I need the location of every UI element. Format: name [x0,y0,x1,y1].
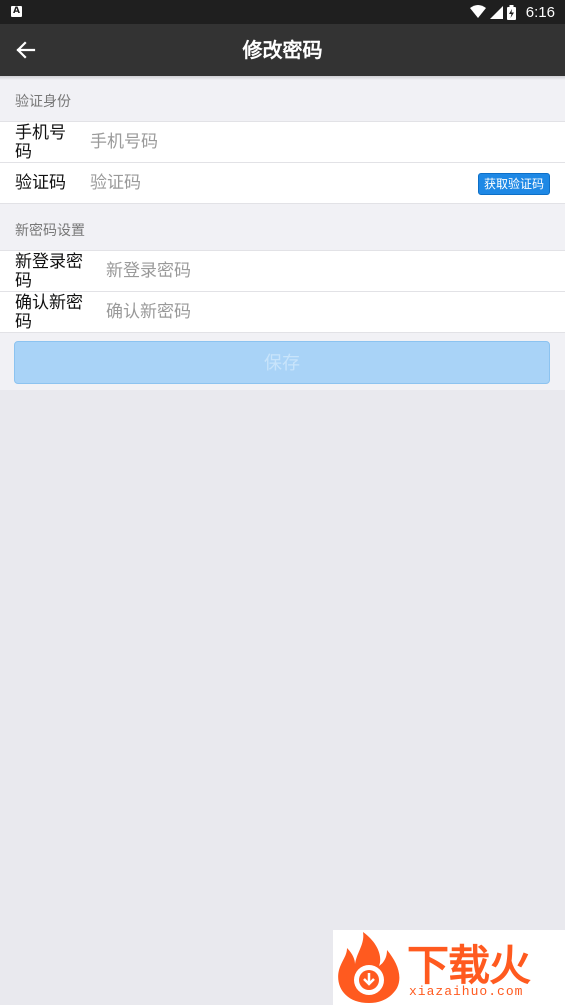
new-password-row: 新登录密码 [0,250,565,291]
form-container: 验证身份 手机号码 验证码 获取验证码 新密码设置 新登录密码 确认新密码 保存 [0,80,565,390]
page-title: 修改密码 [242,38,323,62]
section-header-password: 新密码设置 [15,223,85,239]
watermark-subtext: xiazaihuo.com [409,984,524,999]
wifi-icon [469,5,486,18]
phone-label: 手机号码 [15,123,66,162]
new-password-label: 新登录密码 [15,252,83,291]
signal-icon [489,5,503,19]
code-label: 验证码 [15,173,66,193]
confirm-password-row: 确认新密码 [0,291,565,333]
status-bar: A 6:16 [0,0,565,24]
confirm-password-input[interactable] [106,300,546,324]
confirm-password-label: 确认新密码 [15,293,83,332]
code-input[interactable] [90,171,450,195]
section-header-verify: 验证身份 [15,94,71,110]
flame-download-icon [338,932,400,1003]
save-button[interactable]: 保存 [14,341,550,384]
phone-row: 手机号码 [0,121,565,162]
code-row: 验证码 获取验证码 [0,162,565,204]
app-bar: 修改密码 [0,24,565,76]
watermark-logo: 下载火 xiazaihuo.com [333,930,565,1005]
phone-input[interactable] [90,130,540,154]
get-code-button[interactable]: 获取验证码 [477,173,550,195]
new-password-input[interactable] [106,259,546,283]
notification-icon: A [11,6,22,17]
status-time: 6:16 [525,3,555,21]
battery-charging-icon [506,4,516,20]
